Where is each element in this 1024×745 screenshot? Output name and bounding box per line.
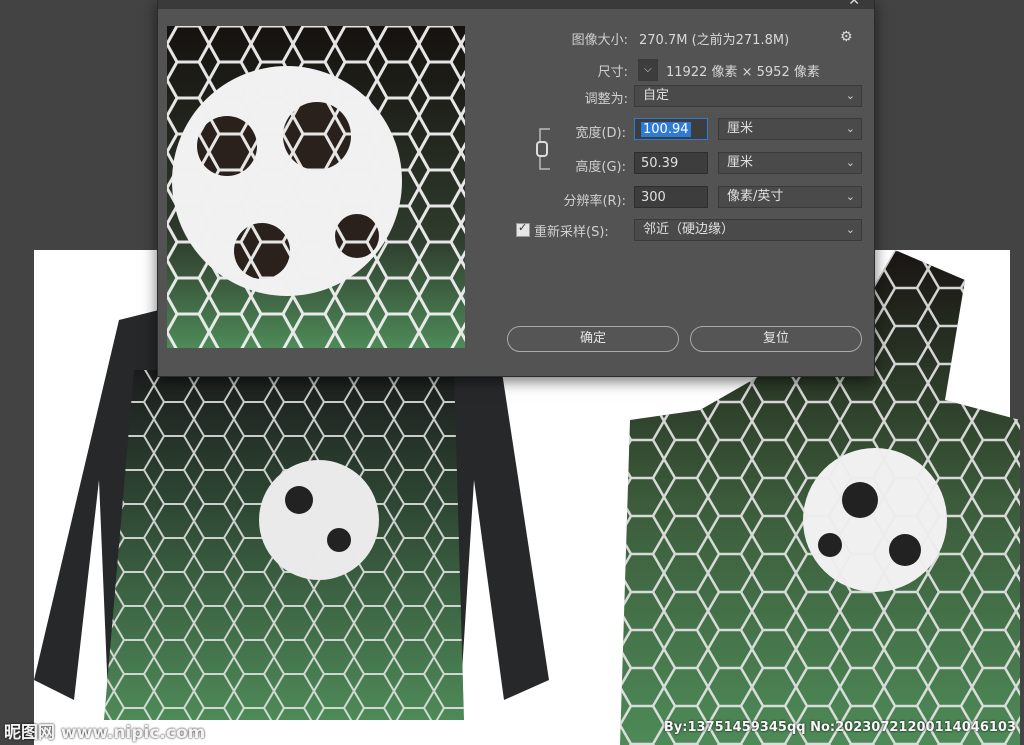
dimensions-unit-dropdown[interactable]: ⌵ <box>638 59 658 81</box>
resample-checkbox[interactable] <box>516 221 530 237</box>
resolution-unit-select[interactable]: 像素/英寸 ⌄ <box>718 186 862 208</box>
fit-to-label: 调整为: <box>584 92 628 107</box>
width-unit-select[interactable]: 厘米 ⌄ <box>718 118 862 140</box>
width-unit-value: 厘米 <box>727 121 754 136</box>
width-label: 宽度(D): <box>575 126 626 141</box>
chevron-down-icon: ⌄ <box>845 156 855 169</box>
chevron-down-icon: ⌄ <box>845 190 855 203</box>
resample-method-select[interactable]: 邻近（硬边缘） ⌄ <box>634 219 862 241</box>
image-size-value: 270.7M (之前为271.8M) <box>639 33 790 48</box>
site-watermark: 昵图网 www.nipic.com <box>4 723 206 743</box>
chevron-down-icon: ⌄ <box>845 122 855 135</box>
credit-text: By:13751459345qq No:20230721200114046103 <box>663 720 1016 735</box>
height-label: 高度(G): <box>575 160 626 175</box>
resample-label: 重新采样(S): <box>534 225 609 240</box>
link-chain-icon[interactable] <box>536 127 558 171</box>
dimensions-value: 11922 像素 × 5952 像素 <box>666 65 820 80</box>
dialog-titlebar[interactable] <box>158 0 874 9</box>
ok-button[interactable]: 确定 <box>507 326 679 352</box>
fit-to-select[interactable]: 自定 ⌄ <box>634 85 862 107</box>
image-preview[interactable] <box>167 26 465 348</box>
close-icon[interactable]: ✕ <box>848 0 860 9</box>
fit-to-value: 自定 <box>643 88 670 103</box>
resolution-unit-value: 像素/英寸 <box>727 189 784 204</box>
chevron-down-icon: ⌄ <box>845 89 855 102</box>
height-unit-value: 厘米 <box>727 155 754 170</box>
resolution-value: 300 <box>641 190 666 205</box>
gear-icon[interactable]: ⚙ <box>840 29 853 45</box>
resample-method-value: 邻近（硬边缘） <box>643 222 735 237</box>
height-input[interactable]: 50.39 <box>634 152 708 174</box>
reset-button[interactable]: 复位 <box>690 326 862 352</box>
height-unit-select[interactable]: 厘米 ⌄ <box>718 152 862 174</box>
resolution-label: 分辨率(R): <box>563 194 626 209</box>
image-size-label: 图像大小: <box>571 33 628 48</box>
width-value: 100.94 <box>641 122 691 137</box>
resolution-input[interactable]: 300 <box>634 186 708 208</box>
image-size-dialog: ✕ 图像大小: 270.7M (之前为271.8M) ⚙ 尺寸: ⌵ 11922… <box>157 0 875 377</box>
dimensions-label: 尺寸: <box>597 65 628 80</box>
height-value: 50.39 <box>641 156 679 171</box>
chevron-down-icon: ⌄ <box>845 223 855 236</box>
width-input[interactable]: 100.94 <box>634 118 708 140</box>
